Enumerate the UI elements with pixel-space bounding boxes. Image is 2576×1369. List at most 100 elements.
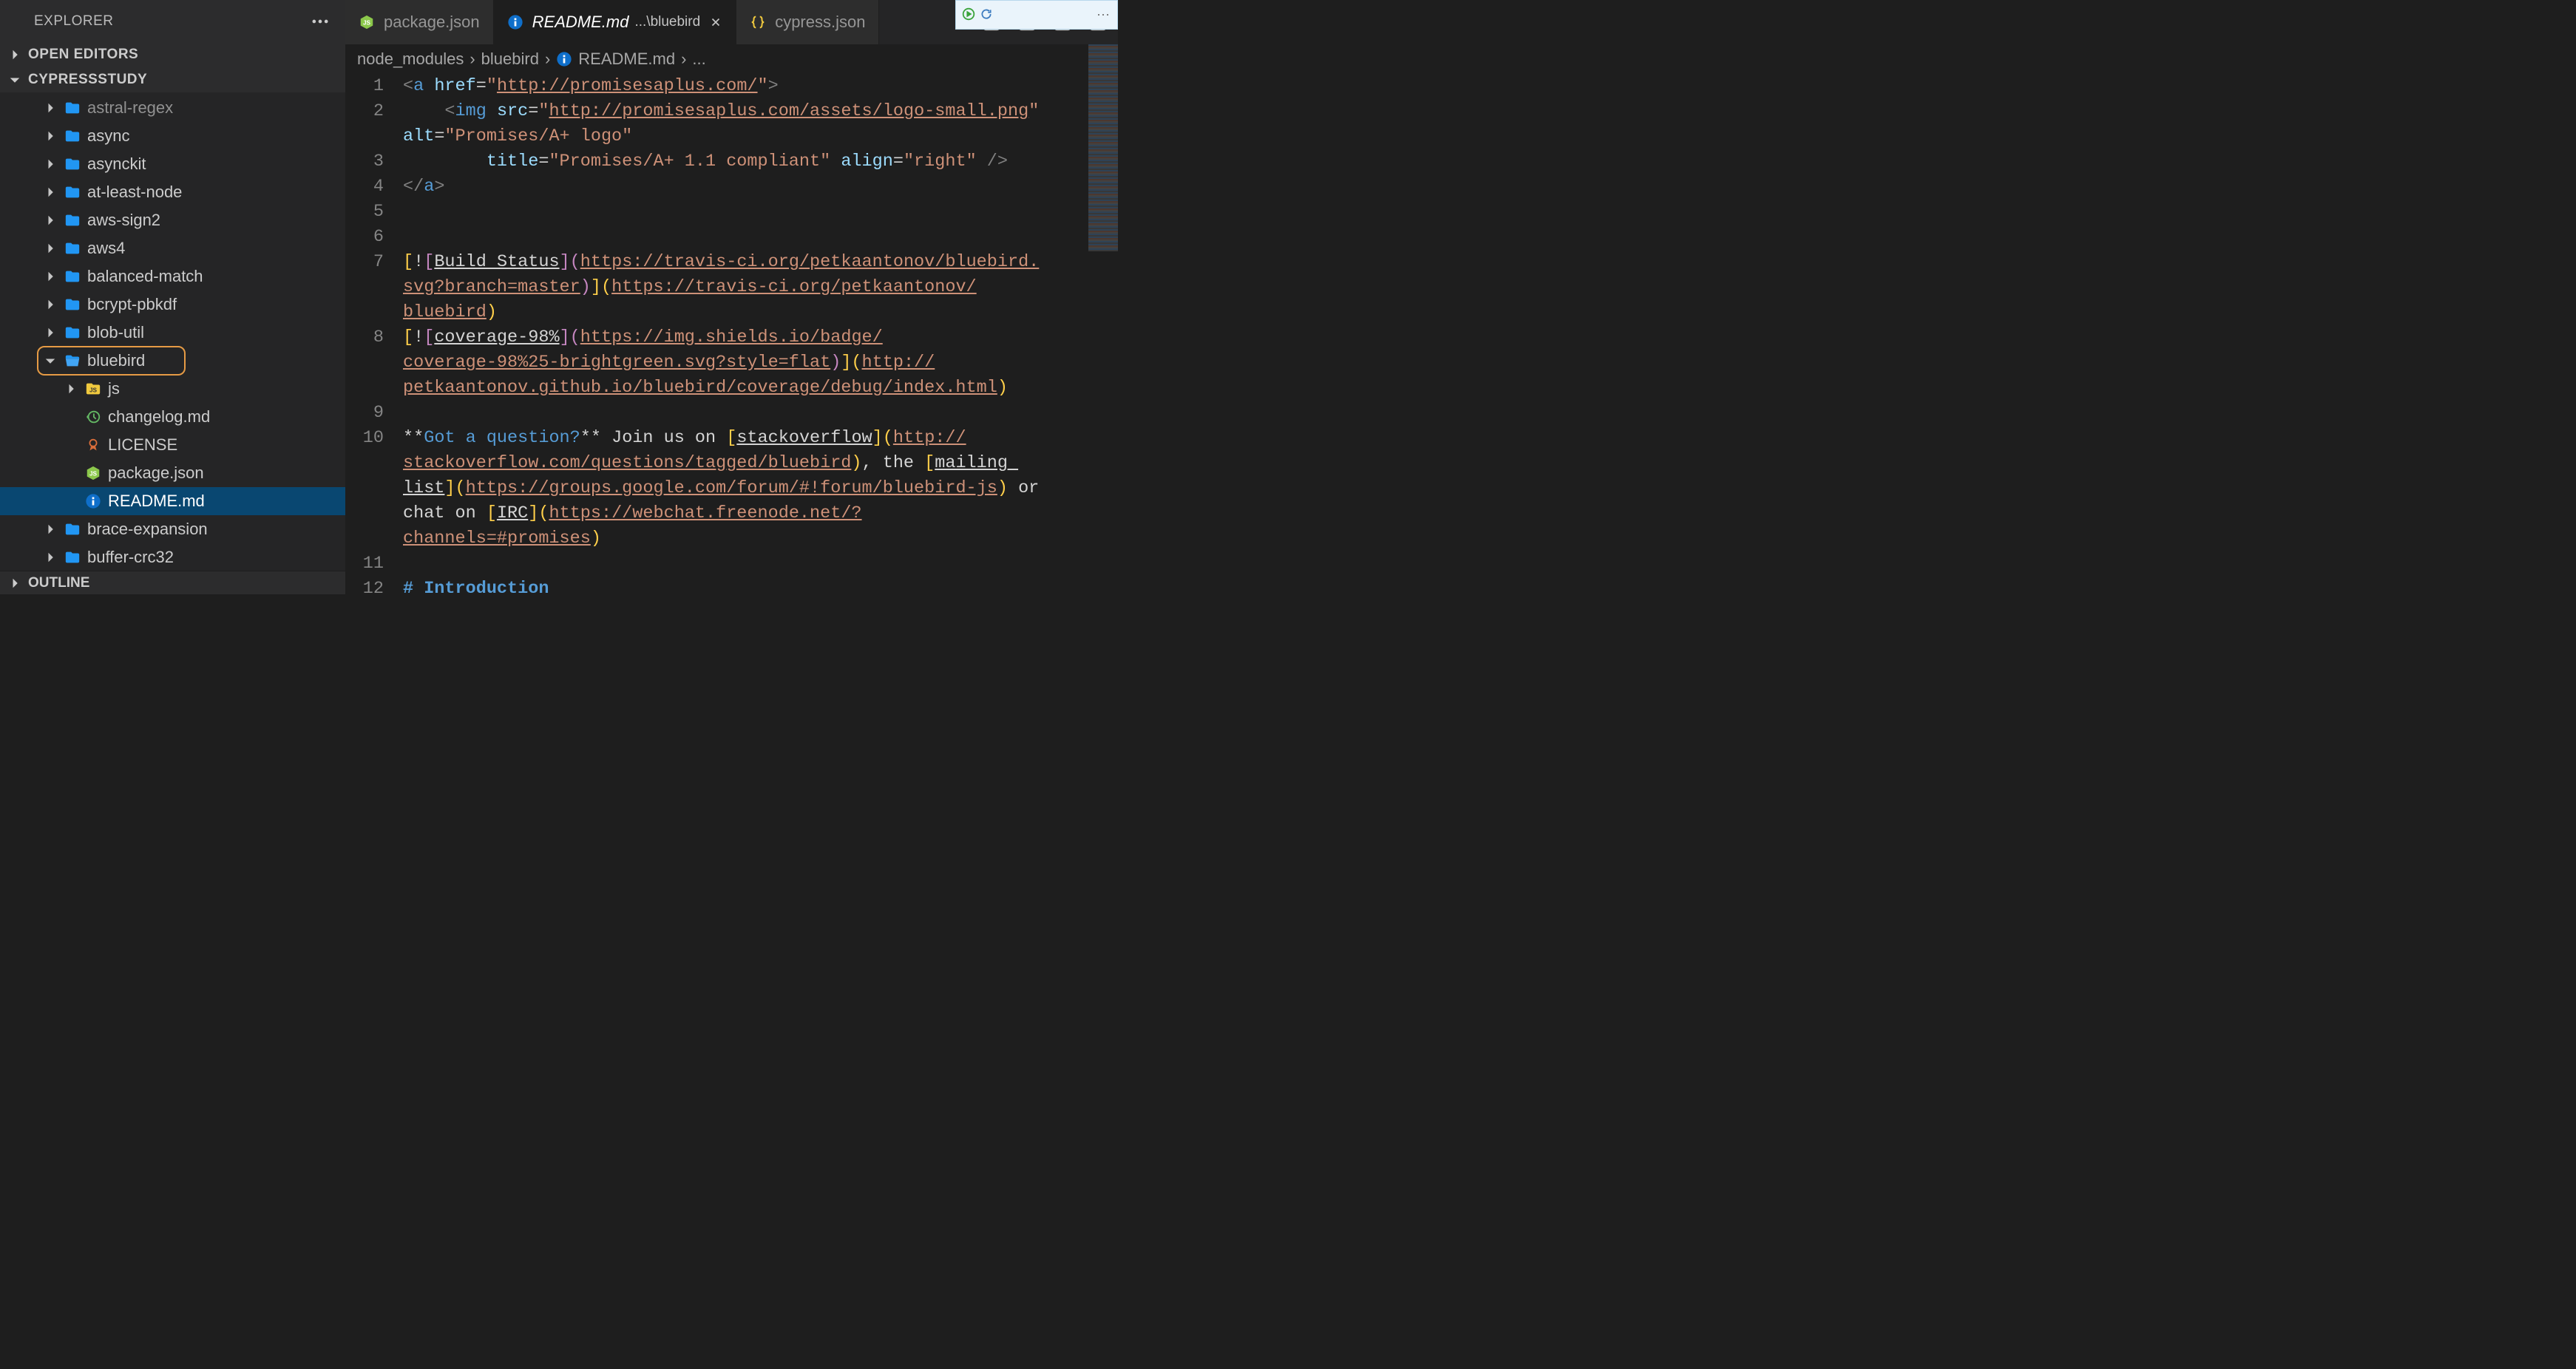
tree-item-label: at-least-node — [87, 183, 182, 202]
breadcrumb-part[interactable]: node_modules — [357, 50, 464, 69]
tab-label: cypress.json — [775, 13, 865, 32]
info-icon — [556, 51, 572, 67]
svg-text:JS: JS — [89, 471, 98, 478]
svg-text:JS: JS — [89, 387, 98, 394]
js-folder-icon: JS — [83, 381, 104, 397]
tree-item-async[interactable]: async — [0, 122, 345, 150]
tree-item-label: aws-sign2 — [87, 211, 160, 230]
tree-item-label: bluebird — [87, 351, 145, 370]
tree-item-label: brace-expansion — [87, 520, 208, 539]
open-editors-section[interactable]: OPEN EDITORS — [0, 42, 345, 67]
svg-text:JS: JS — [363, 20, 371, 27]
tree-item-package-json[interactable]: JS package.json — [0, 459, 345, 487]
folder-icon — [62, 128, 83, 144]
minimap[interactable] — [1088, 44, 1118, 251]
breadcrumb-part[interactable]: bluebird — [481, 50, 539, 69]
info-icon — [83, 493, 104, 509]
tree-item-buffer-crc32[interactable]: buffer-crc32 — [0, 543, 345, 571]
explorer-panel: EXPLORER OPEN EDITORS CYPRESSSTUDY astra… — [0, 0, 345, 594]
tree-item-label: astral-regex — [87, 98, 173, 118]
tree-item-bluebird[interactable]: bluebird — [0, 347, 345, 375]
tree-item-readme-md[interactable]: README.md — [0, 487, 345, 515]
chevron-right-icon — [7, 576, 22, 591]
chevron-right-icon: › — [545, 50, 550, 69]
tree-item-at-least-node[interactable]: at-least-node — [0, 178, 345, 206]
outline-section[interactable]: OUTLINE — [0, 571, 345, 594]
tab-cypress-json[interactable]: cypress.json — [736, 0, 879, 44]
nodejs-icon: JS — [359, 14, 375, 30]
more-dots-icon[interactable]: ⋯ — [1097, 7, 1111, 23]
folder-icon — [62, 325, 83, 341]
tree-item-label: bcrypt-pbkdf — [87, 295, 177, 314]
chevron-right-icon — [43, 129, 58, 143]
tree-item-asynckit[interactable]: asynckit — [0, 150, 345, 178]
chevron-right-icon — [43, 213, 58, 228]
folder-icon — [62, 296, 83, 313]
tree-item-aws4[interactable]: aws4 — [0, 234, 345, 262]
chevron-right-icon — [43, 157, 58, 171]
tree-item-license[interactable]: LICENSE — [0, 431, 345, 459]
code-content[interactable]: <a href="http://promisesaplus.com/"> <im… — [403, 74, 1118, 594]
tree-item-label: buffer-crc32 — [87, 548, 174, 567]
history-icon — [83, 409, 104, 425]
debug-controls[interactable]: ⋯ — [955, 0, 1118, 30]
tab-subpath: ...\bluebird — [634, 14, 700, 30]
tree-item-blob-util[interactable]: blob-util — [0, 319, 345, 347]
folder-icon — [62, 212, 83, 228]
explorer-more-icon[interactable] — [310, 11, 331, 32]
chevron-right-icon — [43, 297, 58, 312]
breadcrumbs[interactable]: node_modules › bluebird › README.md › ..… — [345, 44, 1118, 74]
breadcrumb-file[interactable]: README.md — [578, 50, 675, 69]
close-icon[interactable] — [709, 16, 722, 29]
tree-item-label: changelog.md — [108, 407, 210, 427]
folder-icon — [62, 549, 83, 565]
tree-item-aws-sign2[interactable]: aws-sign2 — [0, 206, 345, 234]
folder-open-icon — [62, 353, 83, 369]
tree-item-label: LICENSE — [108, 435, 177, 455]
chevron-down-icon — [43, 353, 58, 368]
tree-item-label: async — [87, 126, 129, 146]
editor-group: ⋯ JSpackage.json README.md ...\bluebird cyp… — [345, 0, 1118, 594]
explorer-header: EXPLORER — [0, 0, 345, 42]
folder-icon — [62, 184, 83, 200]
tree-item-brace-expansion[interactable]: brace-expansion — [0, 515, 345, 543]
chevron-right-icon — [43, 241, 58, 256]
tab-package-json[interactable]: JSpackage.json — [345, 0, 494, 44]
chevron-right-icon — [43, 550, 58, 565]
chevron-right-icon — [43, 325, 58, 340]
play-icon[interactable] — [962, 7, 975, 23]
chevron-right-icon: › — [681, 50, 686, 69]
tree-item-label: aws4 — [87, 239, 125, 258]
cert-icon — [83, 437, 104, 453]
chevron-right-icon — [7, 47, 22, 62]
tab-label: README.md — [532, 13, 629, 32]
chevron-right-icon — [64, 381, 78, 396]
tree-item-label: blob-util — [87, 323, 144, 342]
tree-item-changelog-md[interactable]: changelog.md — [0, 403, 345, 431]
nodejs-icon: JS — [83, 465, 104, 481]
tree-item-balanced-match[interactable]: balanced-match — [0, 262, 345, 291]
reload-icon[interactable] — [980, 7, 993, 23]
tree-item-label: js — [108, 379, 120, 398]
folder-icon — [62, 521, 83, 537]
chevron-down-icon — [7, 72, 22, 87]
tree-item-bcrypt-pbkdf[interactable]: bcrypt-pbkdf — [0, 291, 345, 319]
workspace-section[interactable]: CYPRESSSTUDY — [0, 67, 345, 92]
tree-item-astral-regex[interactable]: astral-regex — [0, 94, 345, 122]
tree-item-js[interactable]: JS js — [0, 375, 345, 403]
file-tree[interactable]: astral-regex async asynckit at-least-node aw… — [0, 92, 345, 571]
json-icon — [750, 14, 766, 30]
chevron-right-icon — [43, 522, 58, 537]
tab-readme-md[interactable]: README.md ...\bluebird — [494, 0, 737, 44]
folder-icon — [62, 268, 83, 285]
code-editor[interactable]: 123456789101112 <a href="http://promises… — [345, 74, 1118, 594]
folder-icon — [62, 100, 83, 116]
info-icon — [507, 14, 523, 30]
tree-item-label: README.md — [108, 492, 205, 511]
chevron-right-icon — [43, 101, 58, 115]
chevron-right-icon — [43, 185, 58, 200]
tree-item-label: balanced-match — [87, 267, 203, 286]
tree-item-label: package.json — [108, 463, 204, 483]
breadcrumb-trail[interactable]: ... — [692, 50, 705, 69]
chevron-right-icon — [43, 269, 58, 284]
